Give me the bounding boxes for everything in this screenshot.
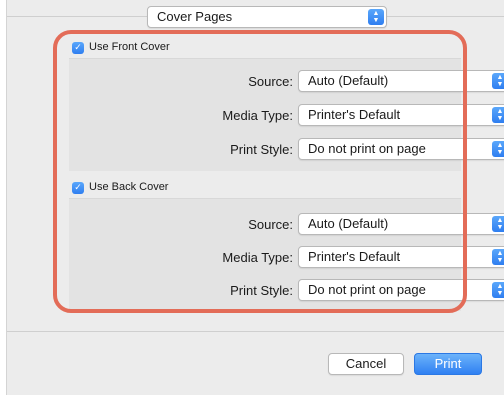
- cancel-button[interactable]: Cancel: [328, 353, 404, 375]
- print-button[interactable]: Print: [414, 353, 482, 375]
- pane-selector-popup[interactable]: Cover Pages ▲ ▼: [147, 6, 387, 28]
- print-dialog-sheet: Cover Pages ▲ ▼ ✓ Use Front Cover Source:…: [6, 0, 504, 395]
- popup-stepper-icon: ▲ ▼: [492, 141, 504, 157]
- popup-stepper-icon: ▲ ▼: [492, 249, 504, 265]
- popup-stepper-icon: ▲ ▼: [492, 282, 504, 298]
- popup-stepper-icon: ▲ ▼: [492, 73, 504, 89]
- popup-stepper-icon: ▲ ▼: [492, 107, 504, 123]
- popup-stepper-icon: ▲ ▼: [368, 9, 384, 25]
- popup-stepper-icon: ▲ ▼: [492, 216, 504, 232]
- pane-selector-value: Cover Pages: [157, 9, 233, 24]
- highlight-outline: [53, 30, 467, 313]
- bottom-divider: [7, 331, 504, 332]
